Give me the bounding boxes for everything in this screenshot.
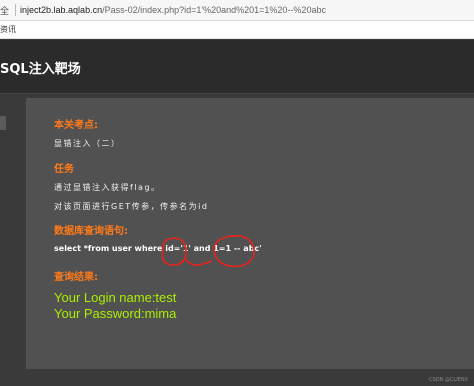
task-line-1: 通过显错注入获得flag。 [54,183,161,192]
result-password: Your Password:mima [54,306,177,321]
url-host: inject2b.lab.aqlab.cn [20,5,103,15]
red-connector [183,257,213,266]
result-login-name: Your Login name:test [54,290,177,305]
query-heading: 数据库查询语句: [54,226,128,237]
address-divider [15,4,17,16]
url-field[interactable]: inject2b.lab.aqlab.cn/Pass-02/index.php?… [20,5,326,15]
browser-address-bar: 全 inject2b.lab.aqlab.cn/Pass-02/index.ph… [0,0,474,21]
bookmark-item[interactable]: 资讯 [0,24,16,35]
site-header: SQL注入靶场 [0,40,474,94]
content-panel: 本关考点: 显错注入（二） 任务 通过显错注入获得flag。 对该页面进行GET… [26,98,474,369]
site-title: SQL注入靶场 [0,62,81,77]
url-path: /Pass-02/index.php?id=1'%20and%201=1%20-… [102,5,326,15]
bookmarks-bar: 资讯 [0,21,474,39]
task-heading: 任务 [54,164,74,175]
query-text: select *from user where id='1' and 1=1 -… [54,244,262,253]
secure-indicator[interactable]: 全 [0,4,9,17]
task-line-2: 对该页面进行GET传参，传参名为id [54,202,209,211]
level-text: 显错注入（二） [54,139,121,148]
watermark: CSDN @CLIENX [429,377,468,383]
level-heading: 本关考点: [54,120,98,131]
sidebar-tab[interactable] [0,116,6,130]
result-heading: 查询结果: [54,272,98,283]
